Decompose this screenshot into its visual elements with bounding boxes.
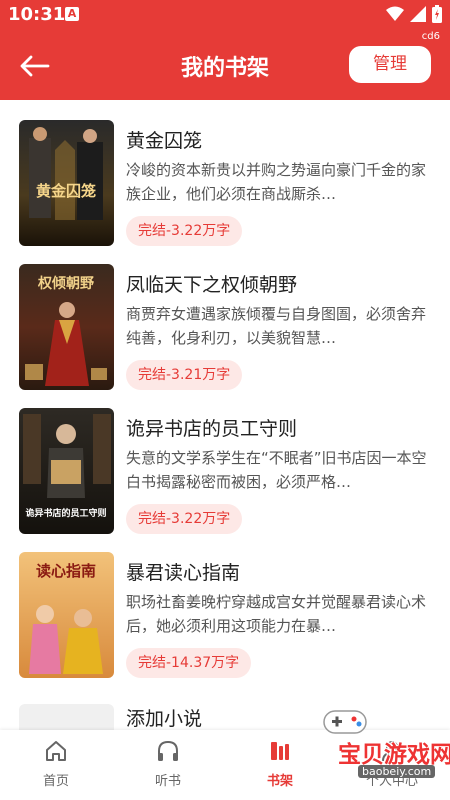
book-cover[interactable]: 读心指南 [19,552,114,678]
watermark-text: 宝贝游戏网 [338,742,450,768]
cover-title: 读心指南 [36,562,96,580]
book-desc: 失意的文学系学生在“不眠者”旧书店因一本空白书揭露秘密而被困，必须严格… [126,449,427,491]
book-item[interactable]: 读心指南 暴君读心指南 职场社畜姜晚柠穿越成宫女并觉醒暴君读心术后，她必须利用这… [0,552,450,698]
tab-label: 首页 [42,774,69,789]
bookshelf-icon [271,742,289,760]
status-bar: 10:31 A [0,0,450,30]
tab-listen[interactable]: 听书 [128,740,208,796]
app-header: 10:31 A cd6 我的书架 管理 [0,0,450,100]
book-item[interactable]: 权倾朝野 凤临天下之权倾朝野 商贾弃女遭遇家族倾覆与自身图圄，必须舍弃纯善，化身… [0,264,450,410]
signal-icon [410,6,426,22]
add-novel-label: 添加小说 [126,708,203,730]
status-badge: 完结-3.22万字 [126,216,243,246]
book-item[interactable]: 黄金囚笼 黄金囚笼 冷峻的资本新贵以并购之势逼向豪门千金的家族企业，他们必须在商… [0,120,450,266]
notification-icon: A [65,7,79,21]
book-cover[interactable]: 诡异书店的员工守则 [19,408,114,534]
gamepad-icon [323,710,367,734]
wifi-icon [386,6,404,21]
cover-title: 诡异书店的员工守则 [25,507,106,518]
corner-tag: cd6 [421,31,440,42]
book-title: 诡异书店的员工守则 [126,418,298,440]
tab-home[interactable]: 首页 [16,740,96,796]
status-icons [386,5,442,23]
cover-title: 权倾朝野 [37,275,94,292]
cover-title: 黄金囚笼 [36,182,96,200]
book-cover[interactable]: 权倾朝野 [19,264,114,390]
status-badge: 完结-3.22万字 [126,504,243,534]
back-button[interactable] [14,46,54,86]
battery-icon [432,5,442,23]
book-desc: 冷峻的资本新贵以并购之势逼向豪门千金的家族企业，他们必须在商战厮杀… [126,161,427,203]
book-desc: 商贾弃女遭遇家族倾覆与自身图圄，必须舍弃纯善，化身利刃，以美貌智慧… [126,305,427,347]
site-watermark: 宝贝游戏网 baobeiy.com [300,705,450,780]
book-title: 凤临天下之权倾朝野 [126,274,298,296]
status-time: 10:31 [8,4,66,25]
book-item[interactable]: 诡异书店的员工守则 诡异书店的员工守则 失意的文学系学生在“不眠者”旧书店因一本… [0,408,450,554]
arrow-left-icon [20,55,50,77]
status-badge: 完结-14.37万字 [126,648,252,678]
manage-button[interactable]: 管理 [349,46,431,83]
headphones-icon [158,740,178,761]
home-icon [46,741,66,761]
book-desc: 职场社畜姜晚柠穿越成宫女并觉醒暴君读心术后，她必须利用这项能力在暴… [126,593,427,635]
book-title: 暴君读心指南 [126,562,241,584]
book-cover[interactable]: 黄金囚笼 [19,120,114,246]
watermark-url: baobeiy.com [358,765,436,778]
tab-label: 听书 [154,774,181,789]
status-badge: 完结-3.21万字 [126,360,243,390]
book-title: 黄金囚笼 [126,130,203,152]
